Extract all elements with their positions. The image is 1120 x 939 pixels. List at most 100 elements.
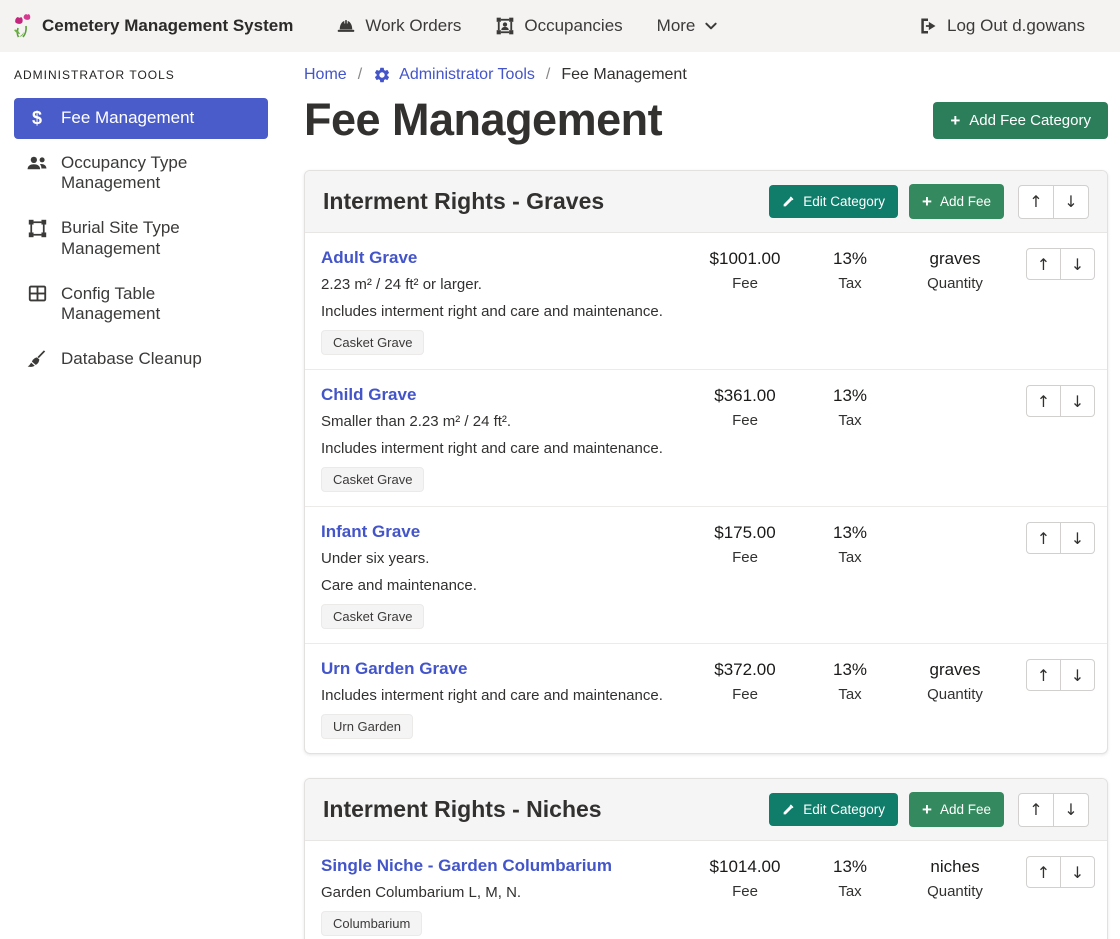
move-category-up-button[interactable]: ↑ — [1018, 793, 1054, 827]
edit-category-button[interactable]: Edit Category — [769, 185, 898, 218]
fee-tag: Columbarium — [321, 911, 422, 936]
fee-info: Infant Grave Under six years. Care and m… — [321, 522, 686, 629]
table-icon — [26, 285, 48, 302]
fee-tax-label: Tax — [804, 275, 896, 292]
sidebar-item-label: Burial Site Type Management — [61, 218, 256, 259]
fee-amount-col: $1014.00 Fee — [686, 856, 804, 900]
fee-tax-col: 13% Tax — [804, 248, 896, 292]
fee-name-link[interactable]: Urn Garden Grave — [321, 659, 467, 679]
move-category-down-button[interactable]: ↓ — [1053, 185, 1089, 219]
fee-tax-label: Tax — [804, 412, 896, 429]
fee-reorder-group: ↑ ↓ — [1026, 856, 1095, 888]
fee-info: Adult Grave 2.23 m² / 24 ft² or larger. … — [321, 248, 686, 355]
edit-category-label: Edit Category — [803, 802, 885, 817]
logout-button[interactable]: Log Out d.gowans — [901, 0, 1102, 52]
move-fee-down-button[interactable]: ↓ — [1060, 248, 1095, 280]
fee-reorder-group: ↑ ↓ — [1026, 248, 1095, 280]
fee-amount-label: Fee — [686, 883, 804, 900]
move-fee-down-button[interactable]: ↓ — [1060, 522, 1095, 554]
fee-amount: $1014.00 — [686, 857, 804, 877]
pencil-icon — [782, 803, 795, 816]
move-category-down-button[interactable]: ↓ — [1053, 793, 1089, 827]
breadcrumb-admin-tools-label: Administrator Tools — [399, 66, 535, 84]
category-header: Interment Rights - Niches Edit Category … — [305, 779, 1107, 841]
fee-description: Includes interment right and care and ma… — [321, 440, 676, 457]
category-header: Interment Rights - Graves Edit Category … — [305, 171, 1107, 233]
fee-name-link[interactable]: Adult Grave — [321, 248, 417, 268]
app-brand[interactable]: Cemetery Management System — [12, 14, 293, 38]
category-title: Interment Rights - Niches — [323, 796, 758, 823]
sidebar-item-occupancy-type[interactable]: Occupancy Type Management — [14, 143, 268, 204]
fee-description: Smaller than 2.23 m² / 24 ft². — [321, 413, 676, 430]
add-fee-button[interactable]: + Add Fee — [909, 184, 1004, 219]
sidebar-item-burial-site-type[interactable]: Burial Site Type Management — [14, 208, 268, 269]
plus-icon: + — [922, 193, 932, 210]
breadcrumb-admin-tools-link[interactable]: Administrator Tools — [373, 66, 535, 84]
fee-description: Under six years. — [321, 550, 676, 567]
add-fee-category-button[interactable]: + Add Fee Category — [933, 102, 1108, 139]
breadcrumb: Home / Administrator Tools / Fee Managem… — [304, 66, 1108, 84]
move-fee-up-button[interactable]: ↑ — [1026, 659, 1061, 691]
add-fee-button[interactable]: + Add Fee — [909, 792, 1004, 827]
sidebar-item-label: Config Table Management — [61, 284, 256, 325]
main-content: Home / Administrator Tools / Fee Managem… — [280, 52, 1120, 939]
gear-icon — [373, 66, 391, 84]
fee-quantity: graves — [896, 249, 1014, 269]
fee-quantity-label: Quantity — [896, 275, 1014, 292]
nav-more[interactable]: More — [640, 0, 736, 52]
move-fee-down-button[interactable]: ↓ — [1060, 385, 1095, 417]
fee-description: 2.23 m² / 24 ft² or larger. — [321, 276, 676, 293]
fee-reorder-group: ↑ ↓ — [1026, 522, 1095, 554]
fee-amount: $1001.00 — [686, 249, 804, 269]
edit-category-button[interactable]: Edit Category — [769, 793, 898, 826]
fee-description: Includes interment right and care and ma… — [321, 303, 676, 320]
fee-quantity-label: Quantity — [896, 883, 1014, 900]
logout-icon — [918, 16, 938, 36]
fee-category-card-graves: Interment Rights - Graves Edit Category … — [304, 170, 1108, 754]
breadcrumb-home-link[interactable]: Home — [304, 66, 347, 84]
add-fee-label: Add Fee — [940, 194, 991, 209]
pencil-icon — [782, 195, 795, 208]
fee-description: Includes interment right and care and ma… — [321, 687, 676, 704]
fee-name-link[interactable]: Child Grave — [321, 385, 416, 405]
sidebar-item-config-table[interactable]: Config Table Management — [14, 274, 268, 335]
fee-name-link[interactable]: Infant Grave — [321, 522, 420, 542]
breadcrumb-current: Fee Management — [561, 66, 686, 84]
fee-tag: Casket Grave — [321, 604, 424, 629]
move-fee-down-button[interactable]: ↓ — [1060, 659, 1095, 691]
plus-icon: + — [950, 112, 960, 129]
fee-tax: 13% — [804, 523, 896, 543]
logout-label: Log Out d.gowans — [947, 16, 1085, 36]
fee-tax-col: 13% Tax — [804, 856, 896, 900]
dollar-icon: $ — [26, 109, 48, 127]
tulip-logo-icon — [12, 14, 34, 38]
brand-title: Cemetery Management System — [42, 16, 293, 36]
move-fee-down-button[interactable]: ↓ — [1060, 856, 1095, 888]
edit-category-label: Edit Category — [803, 194, 885, 209]
occupant-frame-icon — [495, 16, 515, 36]
nav-occupancies[interactable]: Occupancies — [478, 0, 639, 52]
sidebar-item-database-cleanup[interactable]: Database Cleanup — [14, 339, 268, 380]
move-fee-up-button[interactable]: ↑ — [1026, 856, 1061, 888]
sidebar-item-fee-management[interactable]: $ Fee Management — [14, 98, 268, 139]
fee-row-child-grave: Child Grave Smaller than 2.23 m² / 24 ft… — [305, 370, 1107, 507]
fee-row-infant-grave: Infant Grave Under six years. Care and m… — [305, 507, 1107, 644]
move-fee-up-button[interactable]: ↑ — [1026, 248, 1061, 280]
fee-tax-label: Tax — [804, 883, 896, 900]
fee-description: Garden Columbarium L, M, N. — [321, 884, 676, 901]
sidebar-heading: ADMINISTRATOR TOOLS — [14, 68, 268, 82]
fee-name-link[interactable]: Single Niche - Garden Columbarium — [321, 856, 612, 876]
fee-rows: Single Niche - Garden Columbarium Garden… — [305, 841, 1107, 939]
fee-tag: Casket Grave — [321, 467, 424, 492]
fee-amount-col: $372.00 Fee — [686, 659, 804, 703]
move-category-up-button[interactable]: ↑ — [1018, 185, 1054, 219]
sidebar-item-label: Fee Management — [61, 108, 194, 129]
category-reorder-group: ↑ ↓ — [1018, 185, 1089, 219]
fee-row-adult-grave: Adult Grave 2.23 m² / 24 ft² or larger. … — [305, 233, 1107, 370]
nav-work-orders[interactable]: Work Orders — [319, 0, 478, 52]
fee-quantity-label: Quantity — [896, 686, 1014, 703]
move-fee-up-button[interactable]: ↑ — [1026, 385, 1061, 417]
category-title: Interment Rights - Graves — [323, 188, 758, 215]
nav-occupancies-label: Occupancies — [524, 16, 622, 36]
move-fee-up-button[interactable]: ↑ — [1026, 522, 1061, 554]
